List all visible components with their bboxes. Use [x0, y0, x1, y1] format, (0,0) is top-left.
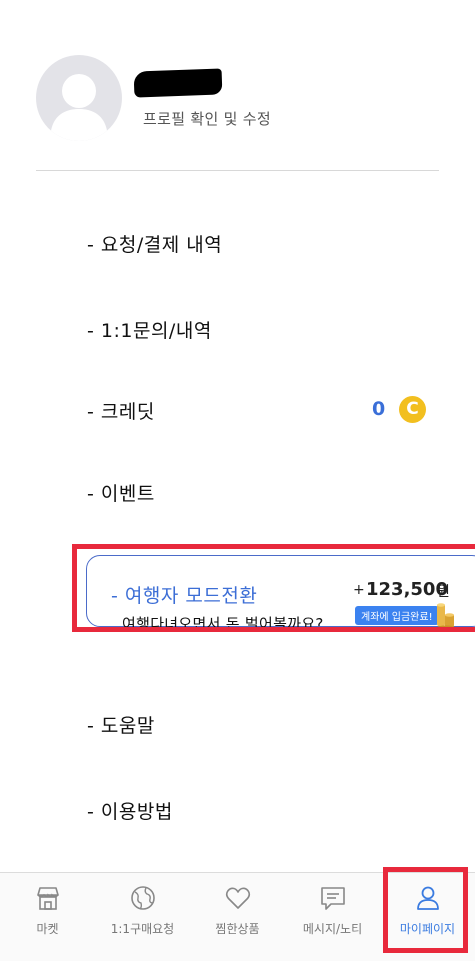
nav-label-messages: 메시지/노티: [302, 922, 363, 936]
mypage-highlight: [383, 867, 468, 953]
market-icon: [36, 887, 59, 910]
avatar-placeholder-icon: [50, 74, 108, 141]
menu-item-credit[interactable]: - 크레딧: [87, 397, 155, 424]
menu-item-help[interactable]: - 도움말: [87, 711, 155, 738]
traveler-mode-highlight: [72, 544, 475, 632]
menu-item-request-payment-history[interactable]: - 요청/결제 내역: [87, 230, 222, 257]
menu-item-inquiry-history[interactable]: - 1:1문의/내역: [87, 316, 212, 343]
nav-label-wishlist: 찜한상품: [215, 922, 260, 936]
heart-icon: [225, 887, 250, 909]
nav-tab-purchase-request[interactable]: 1:1구매요청: [95, 872, 190, 961]
credit-balance: 0: [372, 398, 386, 420]
avatar[interactable]: [36, 55, 122, 141]
menu-item-how-to-use[interactable]: - 이용방법: [87, 797, 173, 824]
menu-item-event[interactable]: - 이벤트: [87, 479, 155, 506]
nav-tab-market[interactable]: 마켓: [0, 872, 95, 961]
nav-label-market: 마켓: [36, 922, 59, 936]
profile-edit-link[interactable]: 프로필 확인 및 수정: [143, 108, 271, 129]
nav-tab-messages[interactable]: 메시지/노티: [285, 872, 380, 961]
user-name-redacted: [133, 68, 223, 98]
message-icon: [320, 887, 345, 910]
nav-label-purchase-request: 1:1구매요청: [110, 922, 175, 936]
nav-tab-wishlist[interactable]: 찜한상품: [190, 872, 285, 961]
globe-icon: [130, 886, 155, 910]
credit-coin-icon: C: [399, 396, 426, 423]
divider: [36, 170, 439, 171]
